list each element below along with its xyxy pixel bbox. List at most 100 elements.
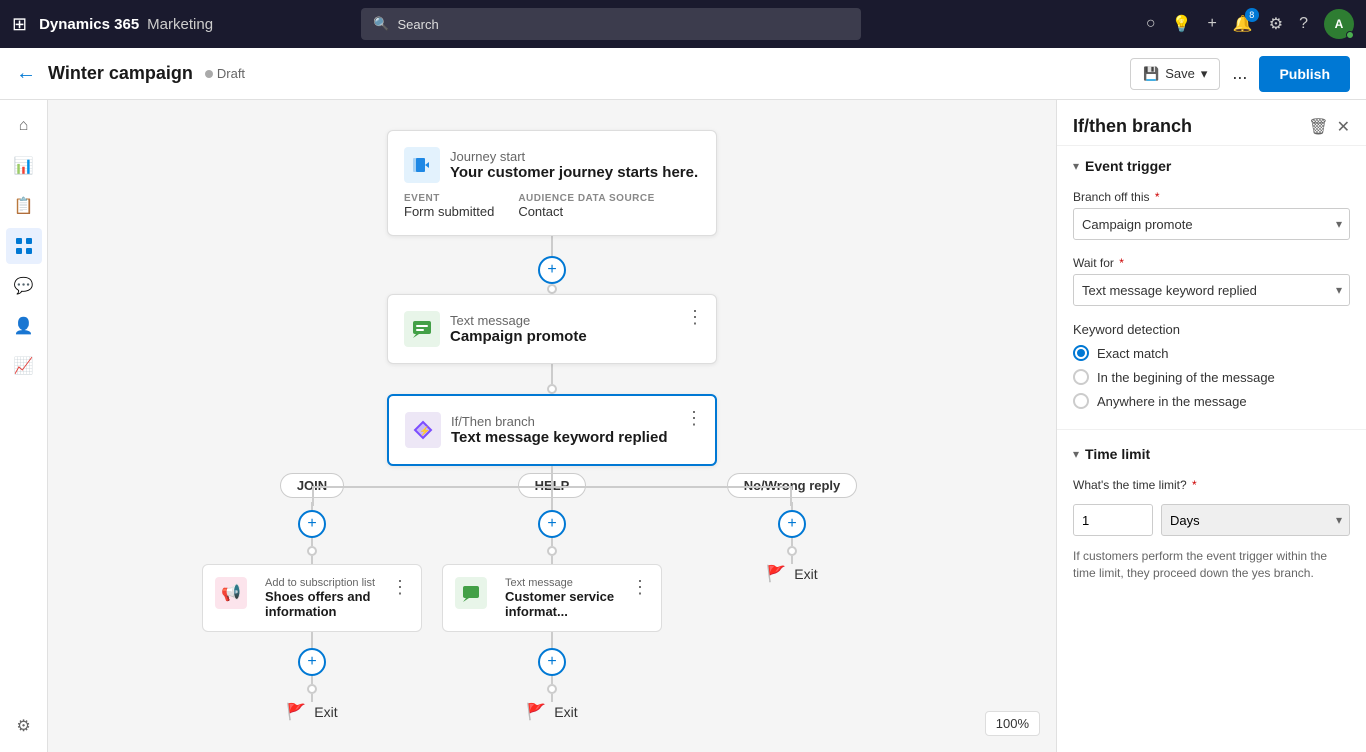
time-limit-chevron: ▾: [1073, 447, 1079, 461]
keyword-detection-label: Keyword detection: [1073, 322, 1350, 337]
search-bar[interactable]: 🔍 Search: [361, 8, 861, 40]
journey-start-node[interactable]: Journey start Your customer journey star…: [387, 130, 717, 236]
exit-2: 🚩 Exit: [526, 702, 577, 722]
time-limit-question: What's the time limit? *: [1073, 478, 1350, 492]
panel-header: If/then branch 🗑 ✕: [1057, 100, 1366, 146]
subheader: ← Winter campaign Draft 💾 Save ▾ ... Pub…: [0, 48, 1366, 100]
if-then-name: Text message keyword replied: [451, 429, 667, 446]
if-then-node[interactable]: ⚡ If/Then branch Text message keyword re…: [387, 394, 717, 466]
radio-anywhere[interactable]: Anywhere in the message: [1073, 393, 1350, 409]
branch-off-label: Branch off this *: [1073, 190, 1350, 204]
sidebar-item-analytics[interactable]: 📊: [6, 148, 42, 184]
required-indicator-3: *: [1192, 478, 1197, 492]
subscription-name: Shoes offers and information: [265, 589, 409, 619]
exit-flag-3: 🚩: [766, 564, 786, 584]
journey-start-label: Journey start: [450, 149, 698, 164]
text-msg-type: Text message: [450, 313, 587, 328]
add-icon[interactable]: +: [1207, 15, 1216, 33]
divider-1: [1057, 429, 1366, 430]
if-then-type: If/Then branch: [451, 414, 667, 429]
sidebar-item-content[interactable]: 📋: [6, 188, 42, 224]
branch-off-select[interactable]: Campaign promote: [1073, 208, 1350, 240]
lightbulb-icon[interactable]: 💡: [1172, 14, 1192, 34]
draft-label: Draft: [217, 66, 245, 81]
event-label: EVENT: [404, 193, 494, 204]
grid-icon[interactable]: ⊞: [12, 14, 27, 35]
panel-close-button[interactable]: ✕: [1337, 117, 1350, 137]
branch-join-add-button-2[interactable]: +: [298, 648, 326, 676]
text-msg-icon: [404, 311, 440, 347]
radio-exact-match[interactable]: Exact match: [1073, 345, 1350, 361]
main-layout: ⌂ 📊 📋 💬 👤 📈 ⚙: [0, 100, 1366, 752]
radio-beginning[interactable]: In the begining of the message: [1073, 369, 1350, 385]
event-trigger-title: Event trigger: [1085, 158, 1171, 174]
more-button[interactable]: ...: [1228, 63, 1251, 84]
sidebar-item-chat[interactable]: 💬: [6, 268, 42, 304]
branch-join: JOIN + 📢 Add to subscription list: [192, 473, 432, 722]
text-msg-more-button[interactable]: ⋮: [686, 307, 704, 328]
save-button[interactable]: 💾 Save ▾: [1130, 58, 1220, 90]
time-limit-input[interactable]: [1073, 504, 1153, 536]
add-button-1[interactable]: +: [538, 256, 566, 284]
sidebar-item-contacts[interactable]: 👤: [6, 308, 42, 344]
help-icon[interactable]: ?: [1299, 15, 1308, 33]
publish-button[interactable]: Publish: [1259, 56, 1350, 92]
settings-icon[interactable]: ⚙: [1269, 14, 1283, 34]
save-chevron: ▾: [1201, 66, 1208, 82]
sidebar-item-home[interactable]: ⌂: [6, 108, 42, 144]
subscription-more-button[interactable]: ⋮: [391, 577, 409, 598]
avatar-status-dot: [1346, 31, 1354, 39]
radio-anywhere-label: Anywhere in the message: [1097, 394, 1247, 409]
branch-help: HELP +: [432, 473, 672, 722]
text-msg-name: Campaign promote: [450, 328, 587, 345]
avatar[interactable]: A: [1324, 9, 1354, 39]
text-message-node[interactable]: Text message Campaign promote ⋮: [387, 294, 717, 364]
exit-label-3: Exit: [794, 566, 817, 582]
branch-wrong-add-button[interactable]: +: [778, 510, 806, 538]
search-icon: 🔍: [373, 16, 389, 32]
wait-for-select[interactable]: Text message keyword replied: [1073, 274, 1350, 306]
radio-exact-label: Exact match: [1097, 346, 1169, 361]
customer-service-node[interactable]: Text message Customer service informat..…: [442, 564, 662, 632]
branch-columns: JOIN + 📢 Add to subscription list: [192, 473, 912, 722]
brand-app: Marketing: [147, 16, 213, 33]
time-unit-wrapper: Days Hours Minutes ▾: [1161, 504, 1350, 536]
time-limit-field: What's the time limit? *: [1057, 470, 1366, 504]
time-limit-row: Days Hours Minutes ▾: [1057, 504, 1366, 544]
sidebar-item-reports[interactable]: 📈: [6, 348, 42, 384]
activity-icon[interactable]: ○: [1146, 15, 1156, 33]
customer-service-type: Text message: [505, 577, 649, 589]
event-trigger-section[interactable]: ▾ Event trigger: [1057, 146, 1366, 182]
exit-flag-1: 🚩: [286, 702, 306, 722]
customer-service-icon: [455, 577, 487, 609]
panel-delete-button[interactable]: 🗑: [1308, 117, 1328, 137]
wait-for-field: Wait for * Text message keyword replied …: [1057, 248, 1366, 314]
customer-service-more-button[interactable]: ⋮: [631, 577, 649, 598]
page-title: Winter campaign: [48, 63, 193, 84]
save-icon: 💾: [1143, 66, 1159, 82]
subscription-type: Add to subscription list: [265, 577, 409, 589]
branch-off-field: Branch off this * Campaign promote ▾: [1057, 182, 1366, 248]
time-unit-select[interactable]: Days Hours Minutes: [1161, 504, 1350, 536]
time-limit-section[interactable]: ▾ Time limit: [1057, 434, 1366, 470]
branch-help-add-button-2[interactable]: +: [538, 648, 566, 676]
sidebar-item-settings[interactable]: ⚙: [6, 708, 42, 744]
sidebar-item-journey[interactable]: [6, 228, 42, 264]
radio-anywhere-btn: [1073, 393, 1089, 409]
branch-join-add-button[interactable]: +: [298, 510, 326, 538]
time-limit-help-text: If customers perform the event trigger w…: [1057, 544, 1366, 594]
audience-value: Contact: [518, 204, 654, 219]
right-panel: If/then branch 🗑 ✕ ▾ Event trigger Branc…: [1056, 100, 1366, 752]
brand-d365: Dynamics 365: [39, 16, 139, 33]
exit-1: 🚩 Exit: [286, 702, 337, 722]
branch-connector: [192, 466, 912, 473]
branch-help-add-button[interactable]: +: [538, 510, 566, 538]
back-button[interactable]: ←: [16, 62, 36, 85]
required-indicator-2: *: [1119, 256, 1124, 270]
subheader-actions: 💾 Save ▾ ... Publish: [1130, 56, 1350, 92]
notification-badge[interactable]: 🔔 8: [1233, 14, 1253, 34]
connector-2: [547, 364, 557, 394]
subscription-node[interactable]: 📢 Add to subscription list Shoes offers …: [202, 564, 422, 632]
panel-title: If/then branch: [1073, 116, 1192, 137]
if-then-more-button[interactable]: ⋮: [685, 408, 703, 429]
